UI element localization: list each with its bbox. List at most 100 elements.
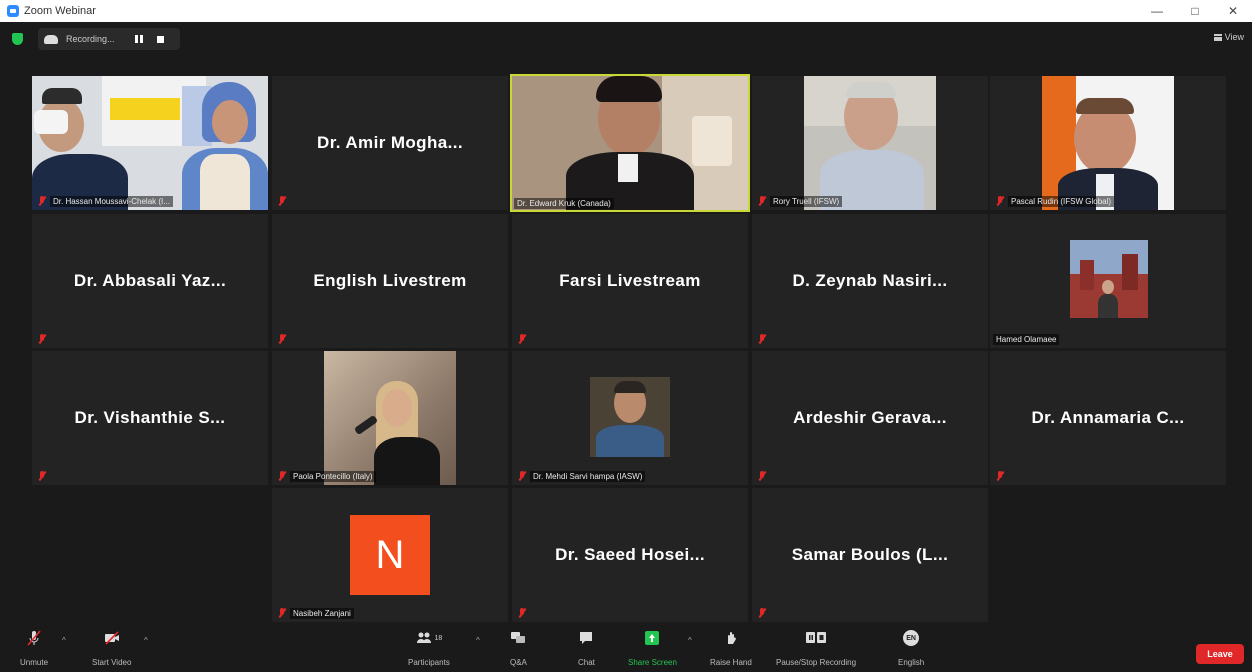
muted-mic-icon — [38, 334, 46, 344]
qa-icon — [511, 632, 526, 643]
unmute-label: Unmute — [20, 658, 49, 667]
participant-video — [32, 76, 268, 210]
globe-icon: EN — [903, 630, 920, 646]
participant-video — [512, 76, 748, 210]
stop-recording-icon[interactable] — [156, 35, 164, 43]
muted-mic-icon — [758, 471, 766, 481]
participant-name: Nasibeh Zanjani — [290, 608, 354, 619]
leave-button[interactable]: Leave — [1196, 644, 1244, 664]
participant-tile[interactable]: Dr. Annamaria C... — [990, 351, 1226, 485]
participant-tile[interactable]: Rory Truell (IFSW) — [752, 76, 988, 210]
participant-display-name: English Livestrem — [313, 271, 467, 290]
close-button[interactable]: ✕ — [1214, 0, 1252, 22]
muted-mic-icon — [278, 196, 286, 206]
participant-display-name: Ardeshir Gerava... — [793, 408, 947, 427]
language-button[interactable]: EN English — [898, 630, 924, 667]
chat-button[interactable]: Chat — [578, 630, 595, 667]
qa-button[interactable]: Q&A — [510, 630, 527, 667]
participant-tile[interactable]: Ardeshir Gerava... — [752, 351, 988, 485]
minimize-button[interactable]: — — [1138, 0, 1176, 22]
participant-tile[interactable]: English Livestrem — [272, 214, 508, 348]
muted-mic-icon — [278, 608, 286, 618]
window-titlebar: Zoom Webinar — □ ✕ — [0, 0, 1252, 22]
pause-stop-recording-button[interactable]: Pause/Stop Recording — [776, 630, 856, 667]
muted-mic-icon — [996, 471, 1004, 481]
participant-name: Dr. Edward Kruk (Canada) — [514, 198, 614, 209]
participant-display-name: Dr. Abbasali Yaz... — [73, 271, 227, 290]
participant-display-name: Dr. Vishanthie S... — [74, 408, 226, 427]
window-controls: — □ ✕ — [1138, 0, 1252, 22]
participant-tile[interactable]: Dr. Abbasali Yaz... — [32, 214, 268, 348]
view-button[interactable]: View — [1213, 32, 1244, 42]
pause-stop-icon — [806, 632, 827, 643]
language-label: English — [898, 658, 925, 667]
muted-mic-icon — [38, 196, 46, 206]
muted-mic-icon — [996, 196, 1004, 206]
video-off-icon — [104, 631, 119, 645]
participant-tile[interactable]: Dr. Mehdi Sarvi hampa (IASW) — [512, 351, 748, 485]
participant-tile[interactable]: Dr. Vishanthie S... — [32, 351, 268, 485]
share-screen-button[interactable]: Share Screen — [628, 630, 677, 667]
participant-tile[interactable]: Dr. Saeed Hosei... — [512, 488, 748, 622]
raise-hand-label: Raise Hand — [710, 658, 752, 667]
participant-display-name: Dr. Saeed Hosei... — [555, 545, 705, 564]
participants-count: 18 — [434, 634, 443, 642]
participant-display-name: Farsi Livestream — [559, 271, 701, 290]
avatar-letter: N — [375, 532, 405, 577]
pause-stop-label: Pause/Stop Recording — [776, 658, 857, 667]
participants-label: Participants — [408, 658, 450, 667]
muted-mic-icon — [758, 334, 766, 344]
meeting-topbar: Recording... View — [0, 22, 1252, 54]
participant-name: Dr. Hassan Moussavi-Chelak (I... — [50, 196, 173, 207]
qa-label: Q&A — [510, 658, 527, 667]
participant-tile[interactable]: Hamed Olamaee — [990, 214, 1226, 348]
participant-tile-active-speaker[interactable]: Dr. Edward Kruk (Canada) — [510, 74, 750, 212]
muted-mic-icon — [518, 334, 526, 344]
start-video-button[interactable]: Start Video — [92, 630, 131, 667]
participant-tile[interactable]: N Nasibeh Zanjani — [272, 488, 508, 622]
muted-mic-icon — [278, 334, 286, 344]
cloud-recording-icon — [44, 34, 58, 44]
participants-button[interactable]: 18 Participants — [408, 630, 450, 667]
participant-avatar: N — [350, 515, 430, 595]
security-shield-icon[interactable] — [12, 33, 23, 45]
share-screen-label: Share Screen — [628, 658, 677, 667]
participant-tile[interactable]: Samar Boulos (L... — [752, 488, 988, 622]
share-options-caret[interactable]: ^ — [688, 636, 692, 645]
participant-video — [590, 377, 670, 457]
participants-options-caret[interactable]: ^ — [476, 636, 480, 645]
share-screen-icon — [645, 631, 660, 645]
window-title: Zoom Webinar — [24, 5, 96, 17]
participant-video — [1070, 240, 1148, 318]
participant-display-name: Dr. Amir Mogha... — [317, 133, 463, 152]
zoom-app-icon — [7, 5, 19, 17]
participant-tile[interactable]: Pascal Rudin (IFSW Global) — [990, 76, 1226, 210]
unmute-options-caret[interactable]: ^ — [62, 636, 66, 645]
view-grid-icon — [1213, 33, 1222, 41]
participant-video — [804, 76, 936, 210]
participant-name: Pascal Rudin (IFSW Global) — [1008, 196, 1115, 207]
muted-mic-icon — [758, 608, 766, 618]
pause-recording-icon[interactable] — [134, 35, 143, 43]
participants-icon — [416, 632, 431, 643]
raise-hand-button[interactable]: Raise Hand — [710, 630, 752, 667]
participant-name: Rory Truell (IFSW) — [770, 196, 843, 207]
participant-name: Hamed Olamaee — [993, 334, 1060, 345]
participant-name: Dr. Mehdi Sarvi hampa (IASW) — [530, 471, 646, 482]
participant-tile[interactable]: Paola Pontecillo (Italy) — [272, 351, 508, 485]
video-options-caret[interactable]: ^ — [144, 636, 148, 645]
maximize-button[interactable]: □ — [1176, 0, 1214, 22]
recording-label: Recording... — [66, 34, 115, 44]
muted-mic-icon — [518, 471, 526, 481]
participant-tile[interactable]: Dr. Amir Mogha... — [272, 76, 508, 210]
muted-microphone-icon — [27, 630, 41, 646]
language-badge: EN — [906, 634, 916, 642]
participant-tile[interactable]: Farsi Livestream — [512, 214, 748, 348]
participant-display-name: D. Zeynab Nasiri... — [792, 271, 948, 290]
participant-tile[interactable]: D. Zeynab Nasiri... — [752, 214, 988, 348]
chat-label: Chat — [578, 658, 595, 667]
muted-mic-icon — [758, 196, 766, 206]
participant-tile[interactable]: Dr. Hassan Moussavi-Chelak (I... — [32, 76, 268, 210]
unmute-button[interactable]: Unmute — [20, 630, 48, 667]
chat-icon — [580, 632, 593, 644]
